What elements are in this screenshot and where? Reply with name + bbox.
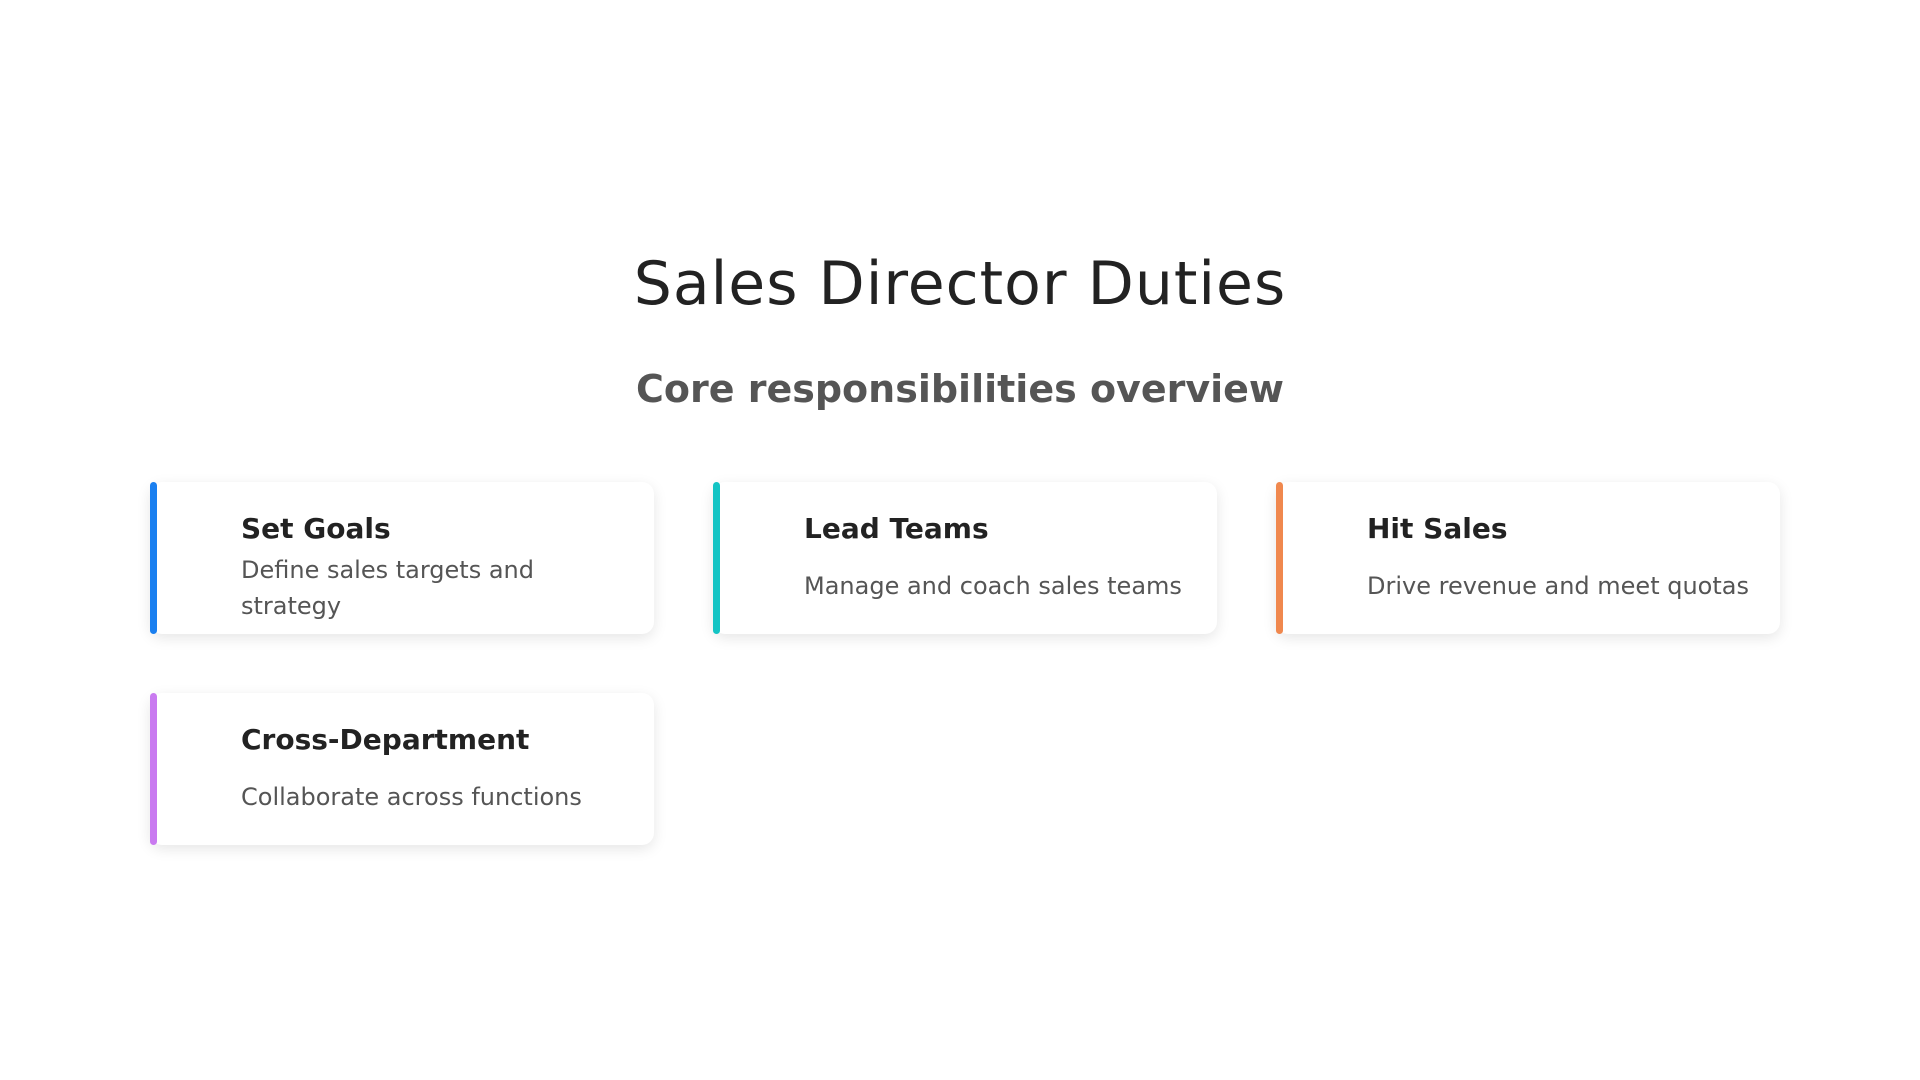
card-title: Set Goals <box>241 512 391 545</box>
page-title: Sales Director Duties <box>633 249 1287 319</box>
card-accent-bar <box>713 482 720 634</box>
card-description: Manage and coach sales teams <box>804 572 1182 600</box>
card-title: Lead Teams <box>804 512 989 545</box>
card-accent-bar <box>150 482 157 634</box>
card-description: Drive revenue and meet quotas <box>1367 572 1749 600</box>
duty-card-hit-sales: Hit Sales Drive revenue and meet quotas <box>1276 482 1780 634</box>
card-description: Define sales targets and strategy <box>241 556 535 620</box>
card-accent-bar <box>1276 482 1283 634</box>
duty-card-lead-teams: Lead Teams Manage and coach sales teams <box>713 482 1217 634</box>
duty-card-set-goals: Set Goals Define sales targets and strat… <box>150 482 654 634</box>
card-description: Collaborate across functions <box>241 783 582 811</box>
slide: Sales Director Duties Core responsibilit… <box>0 0 1920 1080</box>
card-title: Cross-Department <box>241 723 530 756</box>
card-accent-bar <box>150 693 157 845</box>
page-subtitle: Core responsibilities overview <box>635 367 1285 411</box>
card-title: Hit Sales <box>1367 512 1508 545</box>
duty-card-cross-department: Cross-Department Collaborate across func… <box>150 693 654 845</box>
